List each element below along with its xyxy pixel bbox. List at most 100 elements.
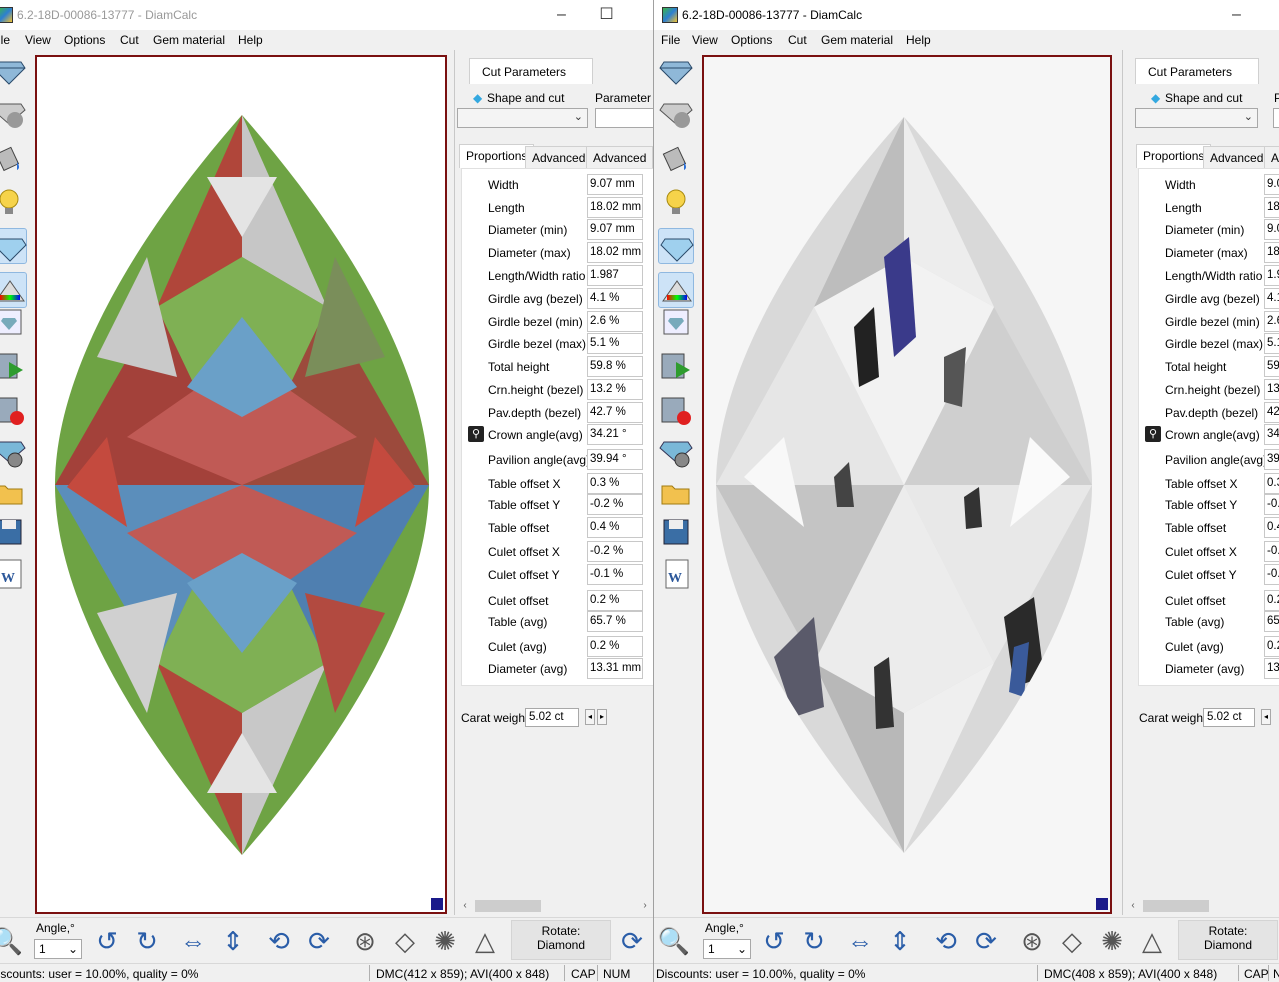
proportion-value-field[interactable]: -0. [1264,541,1279,562]
flip-vertical-icon[interactable]: ⇕ [215,923,251,959]
proportion-value-field[interactable]: 59 [1264,356,1279,377]
maximize-button[interactable]: ☐ [584,0,629,30]
tilt-right-icon[interactable]: ⟳ [301,923,337,959]
proportion-value-field[interactable]: 18 [1264,197,1279,218]
proportion-value-field[interactable]: -0.1 % [587,564,643,585]
diamond-shape-icon[interactable] [658,52,694,88]
flip-vertical-icon[interactable]: ⇕ [882,923,918,959]
proportion-value-field[interactable]: 65.7 % [587,611,643,632]
proportion-value-field[interactable]: 1.9 [1264,265,1279,286]
save-icon[interactable] [0,514,27,550]
proportion-value-field[interactable]: 0.3 % [587,473,643,494]
flip-horizontal-icon[interactable]: ⇔ [842,923,878,959]
diamond-viewport[interactable] [702,55,1112,914]
top-view-icon[interactable]: ⊛ [1014,923,1050,959]
proportion-value-field[interactable]: 65 [1264,611,1279,632]
tab-cut-parameters[interactable]: Cut Parameters [1135,58,1259,84]
light-bulb-icon[interactable] [0,184,27,220]
proportion-value-field[interactable]: -0.2 % [587,494,643,515]
proportion-value-field[interactable]: 0.4 [1264,517,1279,538]
menu-file[interactable]: File [661,33,680,47]
minimize-button[interactable]: – [1214,0,1259,30]
carat-decrement-button[interactable]: ◂ [585,709,595,725]
tab-advanced-2[interactable]: Ac [1264,146,1279,168]
open-folder-icon[interactable] [658,474,694,510]
menu-cut[interactable]: Cut [788,33,807,47]
paint-bucket-icon[interactable] [658,140,694,176]
record-video-icon[interactable] [0,392,27,428]
rotate-ccw-icon[interactable]: ↺ [756,923,792,959]
menu-gem-material[interactable]: Gem material [821,33,893,47]
spectrum-icon[interactable] [658,272,694,308]
proportion-value-field[interactable]: 13.31 mm [587,658,643,679]
scrollbar-thumb[interactable] [475,900,541,912]
save-icon[interactable] [658,514,694,550]
proportion-value-field[interactable]: 42.7 % [587,402,643,423]
proportion-value-field[interactable]: 9.07 mm [587,219,643,240]
tab-advanced-2[interactable]: Advanced [586,146,653,168]
menu-options[interactable]: Options [731,33,772,47]
resize-handle[interactable] [431,898,443,910]
play-video-icon[interactable] [658,348,694,384]
angle-select[interactable]: 1 ⌄ [34,939,82,959]
side-view-icon[interactable]: ◇ [387,923,423,959]
proportion-value-field[interactable]: 9.07 mm [587,174,643,195]
proportion-value-field[interactable]: 18.02 mm [587,242,643,263]
gem-settings-icon[interactable] [658,434,694,470]
proportion-value-field[interactable]: 42 [1264,402,1279,423]
rotate-diamond-button[interactable]: Rotate: Diamond [1178,920,1278,960]
paint-bucket-icon[interactable] [0,140,27,176]
gem-ball-icon[interactable] [0,96,27,132]
proportion-value-field[interactable]: -0.2 % [587,541,643,562]
proportion-value-field[interactable]: 0.2 % [587,636,643,657]
menu-view[interactable]: View [692,33,718,47]
menu-help[interactable]: Help [238,33,263,47]
proportion-value-field[interactable]: 4.1 [1264,288,1279,309]
menu-options[interactable]: Options [64,33,105,47]
proportion-value-field[interactable]: 39.94 ° [587,449,643,470]
parameters-field[interactable] [595,108,653,128]
tab-advanced-1[interactable]: Advanced [1203,146,1271,168]
proportion-value-field[interactable]: 59.8 % [587,356,643,377]
bottom-view-icon[interactable]: ✺ [427,923,463,959]
parameters-field[interactable] [1273,108,1279,128]
tilt-left-icon[interactable]: ⟲ [928,923,964,959]
zoom-icon[interactable]: 🔍 [656,923,692,959]
rotate-user-icon[interactable]: ⟳ [614,923,650,959]
proportion-value-field[interactable]: -0. [1264,494,1279,515]
side-view-icon[interactable]: ◇ [1054,923,1090,959]
report-icon[interactable] [658,304,694,340]
gem-settings-icon[interactable] [0,434,27,470]
panel-horizontal-scrollbar[interactable]: ‹ › [457,898,653,914]
proportion-value-field[interactable]: 0.2 [1264,636,1279,657]
shape-and-cut-select[interactable]: ⌄ [1135,108,1258,128]
profile-view-icon[interactable]: △ [467,923,503,959]
zoom-icon[interactable]: 🔍 [0,923,25,959]
scroll-right-arrow[interactable]: › [637,898,653,914]
carat-decrement-button[interactable]: ◂ [1261,709,1271,725]
play-video-icon[interactable] [0,348,27,384]
menu-gem-material[interactable]: Gem material [153,33,225,47]
menu-file[interactable]: ile [0,33,10,47]
word-export-icon[interactable]: W [0,556,27,592]
proportion-value-field[interactable]: 34 [1264,424,1279,445]
tilt-right-icon[interactable]: ⟳ [968,923,1004,959]
proportion-value-field[interactable]: 13 [1264,379,1279,400]
carat-increment-button[interactable]: ▸ [597,709,607,725]
proportion-value-field[interactable]: 9.0 [1264,174,1279,195]
proportion-value-field[interactable]: 1.987 [587,265,643,286]
tab-cut-parameters[interactable]: Cut Parameters [469,58,593,84]
profile-view-icon[interactable]: △ [1134,923,1170,959]
scroll-left-arrow[interactable]: ‹ [1125,898,1141,914]
tab-advanced-1[interactable]: Advanced [525,146,593,168]
light-bulb-icon[interactable] [658,184,694,220]
lock-icon[interactable]: ⚲ [468,426,484,442]
open-folder-icon[interactable] [0,474,27,510]
proportion-value-field[interactable]: 13.2 % [587,379,643,400]
proportion-value-field[interactable]: 2.6 % [587,311,643,332]
proportion-value-field[interactable]: 0.2 [1264,590,1279,611]
tab-proportions[interactable]: Proportions [459,144,535,168]
proportion-value-field[interactable]: -0. [1264,564,1279,585]
report-icon[interactable] [0,304,27,340]
lock-icon[interactable]: ⚲ [1145,426,1161,442]
